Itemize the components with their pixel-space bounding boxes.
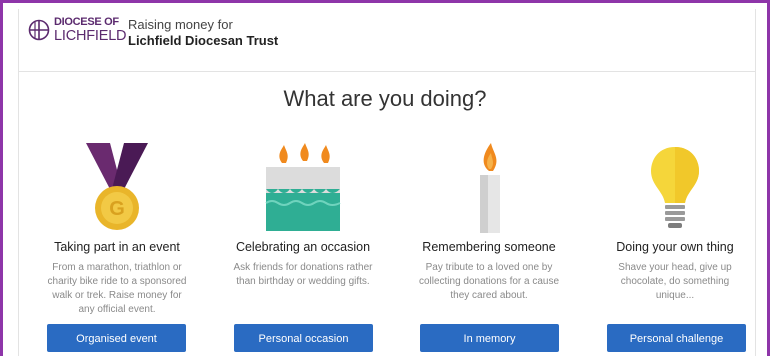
cake-illustration [218,138,388,233]
cross-circle-icon [28,19,50,41]
in-memory-button[interactable]: In memory [420,324,559,352]
card-organised-event: G Taking part in an event From a maratho… [32,138,202,317]
card-description: From a marathon, triathlon or charity bi… [47,262,187,315]
card-in-memory: Remembering someone Pay tribute to a lov… [404,138,574,303]
logo-text: DIOCESE OF LICHFIELD [54,16,127,44]
lightbulb-illustration [590,138,760,233]
organised-event-button[interactable]: Organised event [47,324,186,352]
personal-occasion-button[interactable]: Personal occasion [234,324,373,352]
card-personal-challenge: Doing your own thing Shave your head, gi… [590,138,760,303]
candle-icon [480,143,500,233]
birthday-cake-icon [265,143,341,231]
card-title: Taking part in an event [54,240,180,254]
organisation-name: Lichfield Diocesan Trust [128,33,279,48]
card-title: Remembering someone [422,240,556,254]
candle-illustration [404,138,574,233]
svg-text:G: G [109,198,125,220]
card-title: Celebrating an occasion [235,240,371,254]
lightbulb-icon [651,147,699,228]
card-description: Ask friends for donations rather than bi… [233,262,373,287]
medal-icon: G [86,143,148,230]
page-frame: DIOCESE OF LICHFIELD Raising money for L… [0,0,770,356]
logo-line1: DIOCESE OF [54,16,119,28]
header: DIOCESE OF LICHFIELD Raising money for L… [18,9,756,72]
card-personal-occasion: Celebrating an occasion Ask friends for … [218,138,388,289]
medal-illustration: G [32,138,202,233]
card-title: Doing your own thing [616,240,734,254]
raising-money-info: Raising money for Lichfield Diocesan Tru… [128,17,278,49]
diocese-logo[interactable]: DIOCESE OF LICHFIELD [28,16,127,44]
logo-line2: LICHFIELD [54,28,127,44]
raising-label: Raising money for [128,17,233,32]
personal-challenge-button[interactable]: Personal challenge [607,324,746,352]
card-description: Shave your head, give up chocolate, do s… [618,262,732,301]
card-description: Pay tribute to a loved one by collecting… [418,262,560,301]
page-title: What are you doing? [283,86,487,111]
